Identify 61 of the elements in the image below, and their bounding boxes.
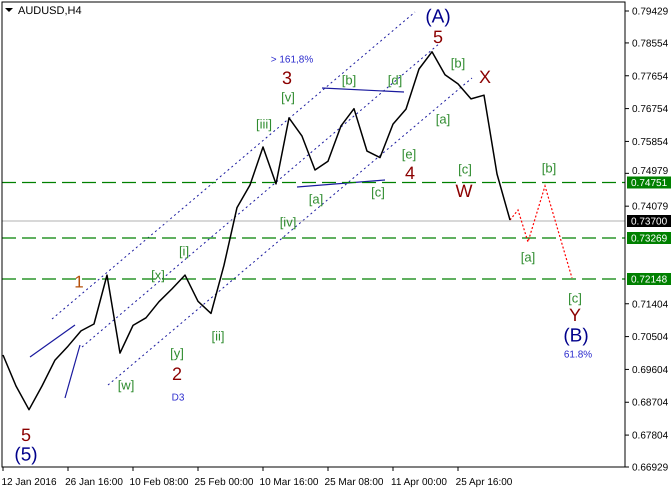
y-axis-label: 0.79429	[632, 6, 668, 18]
price-badge: 0.72148	[627, 273, 671, 286]
wave-label: [w]	[118, 378, 134, 392]
wave-label: [v]	[281, 90, 295, 104]
wave-label: [iii]	[256, 116, 272, 132]
wave-label: [d]	[388, 72, 402, 88]
wave-label: (5)	[14, 444, 38, 466]
y-axis-label: 0.67804	[632, 430, 668, 442]
x-axis-label: 12 Jan 2016	[1, 477, 57, 488]
y-axis-label: 0.76754	[632, 104, 668, 116]
wave-label: [x]	[151, 268, 165, 282]
x-axis-label: 11 Apr 00:00	[391, 477, 447, 488]
wave-label: [ii]	[212, 328, 224, 344]
wave-label: W	[456, 181, 472, 201]
x-axis-label: 25 Mar 08:00	[324, 477, 384, 488]
wave-label: [b]	[450, 56, 466, 70]
wave-label: [a]	[436, 112, 450, 126]
wave-label: [c]	[458, 162, 472, 176]
x-axis-label: 26 Jan 16:00	[65, 477, 123, 488]
note-label: 61.8%	[564, 350, 592, 360]
wave-label: [b]	[542, 160, 556, 176]
y-axis-label: 0.74079	[632, 202, 668, 213]
wave-label: (A)	[425, 6, 451, 28]
wave-label: [y]	[170, 346, 184, 360]
wave-label: 4	[405, 163, 415, 183]
y-axis-label: 0.70504	[632, 332, 668, 344]
note-label: D3	[172, 392, 184, 404]
wave-label: [i]	[178, 244, 190, 258]
wave-label: Y	[569, 305, 581, 325]
wave-label: [c]	[568, 290, 582, 306]
y-axis-label: 0.68704	[632, 398, 668, 409]
x-axis-label: 25 Apr 16:00	[456, 477, 512, 488]
wave-label: [b]	[342, 72, 356, 88]
y-axis-label: 0.74979	[632, 166, 668, 177]
wave-label: 5	[21, 425, 31, 445]
y-axis-label: 0.71404	[632, 299, 668, 310]
wave-label: 3	[282, 68, 292, 88]
wave-label: [a]	[520, 250, 536, 264]
wave-label: 2	[172, 364, 182, 384]
chart-title: AUDUSD,H4	[18, 5, 82, 17]
wave-label: X	[479, 67, 491, 87]
note-label: > 161,8%	[270, 54, 314, 66]
wave-label: [iv]	[280, 214, 296, 230]
wave-label: 5	[433, 27, 443, 47]
price-badge: 0.74751	[627, 176, 671, 189]
y-axis-label: 0.75854	[632, 136, 668, 148]
x-axis-label: 10 Mar 16:00	[260, 477, 318, 488]
price-badge: 0.73700	[627, 215, 671, 228]
price-badge: 0.73269	[627, 232, 671, 244]
y-axis-label: 0.66929	[632, 462, 668, 474]
wave-label: (B)	[563, 326, 589, 346]
wave-label: [c]	[371, 184, 385, 200]
y-axis-label: 0.78554	[632, 38, 668, 50]
y-axis-label: 0.69604	[632, 364, 668, 376]
wave-label: [e]	[402, 146, 416, 162]
dropdown-triangle-icon[interactable]	[5, 8, 13, 12]
x-axis-label: 25 Feb 00:00	[194, 477, 254, 488]
wave-label: [a]	[308, 192, 324, 206]
x-axis-label: 10 Feb 08:00	[130, 477, 188, 488]
y-axis-label: 0.77654	[632, 71, 668, 82]
wave-label: 1	[74, 272, 84, 292]
